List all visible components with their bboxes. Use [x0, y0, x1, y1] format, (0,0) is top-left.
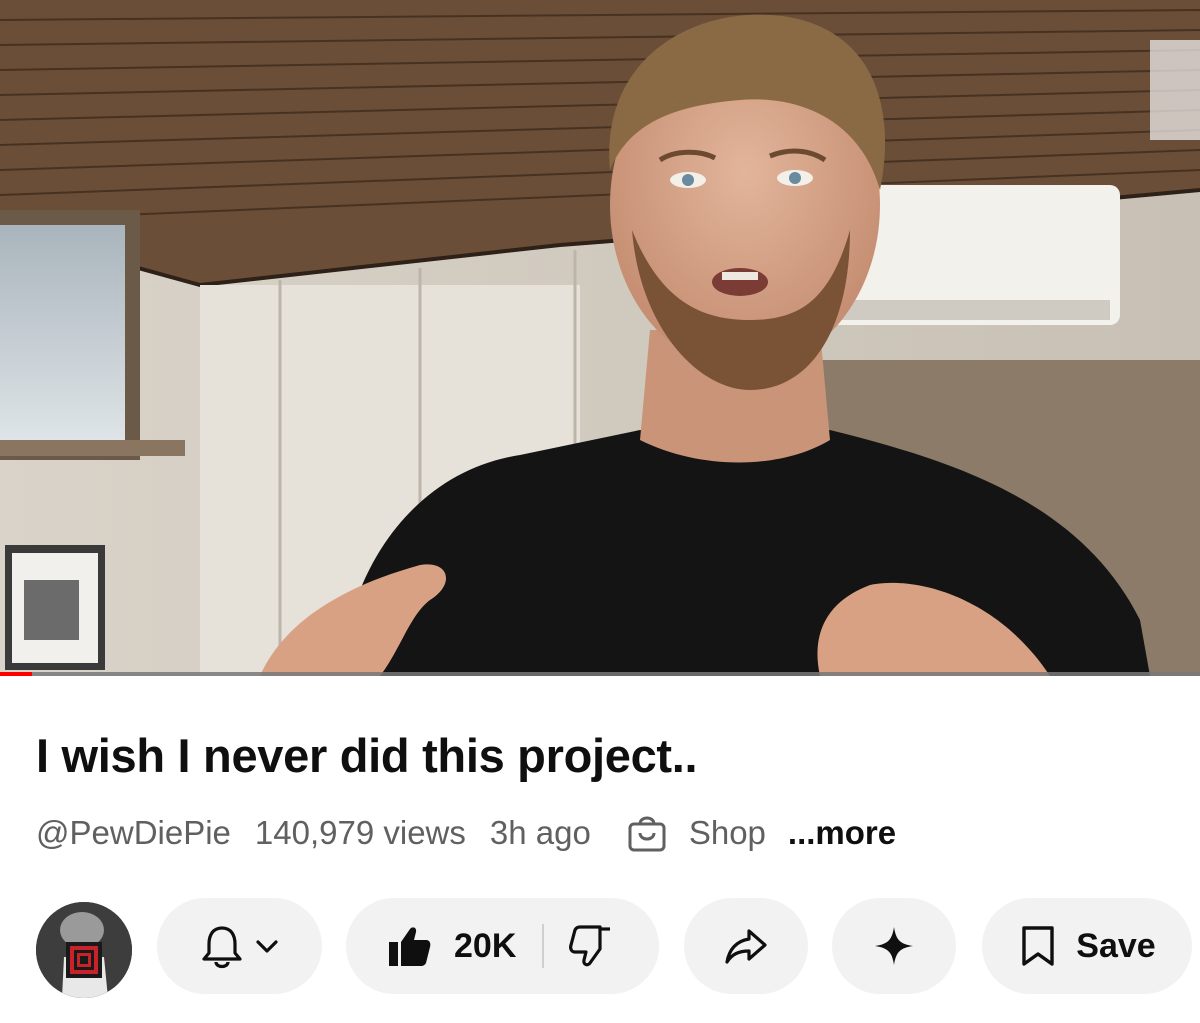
bookmark-icon [1022, 926, 1054, 966]
view-count: 140,979 views [254, 814, 466, 851]
shop-link[interactable]: Shop [627, 813, 766, 853]
video-player[interactable] [0, 0, 1200, 676]
action-row: 20K Save [0, 898, 1200, 998]
like-dislike-group: 20K [346, 898, 659, 994]
sparkle-icon [875, 927, 913, 965]
shopping-bag-icon [628, 816, 666, 852]
progress-bar[interactable] [0, 672, 1200, 676]
video-info-panel: I wish I never did this project.. @PewDi… [0, 678, 1200, 1023]
save-button[interactable]: Save [982, 898, 1192, 994]
subscription-notifications-button[interactable] [157, 898, 322, 994]
avatar-image [36, 902, 132, 998]
thumbs-up-icon [389, 927, 431, 966]
video-frame [0, 0, 1200, 676]
save-label: Save [1076, 926, 1156, 965]
dislike-button[interactable] [568, 923, 614, 969]
like-divider [542, 924, 545, 968]
thumbs-down-icon [569, 925, 611, 967]
channel-handle[interactable]: @PewDiePie [36, 814, 231, 852]
share-button[interactable] [684, 898, 808, 994]
share-arrow-icon [725, 929, 767, 964]
chevron-down-icon [255, 940, 278, 953]
ask-button[interactable] [832, 898, 956, 994]
video-metadata[interactable]: @PewDiePie 140,979 views 3h ago Shop ...… [36, 813, 896, 853]
shop-label: Shop [688, 814, 766, 851]
channel-avatar[interactable] [36, 902, 132, 998]
progress-bar-fill [0, 672, 32, 676]
like-button[interactable]: 20K [386, 923, 516, 969]
like-count: 20K [454, 926, 517, 965]
video-title[interactable]: I wish I never did this project.. [36, 728, 698, 783]
upload-age: 3h ago [489, 814, 591, 851]
bell-icon [201, 926, 242, 969]
more-button[interactable]: ...more [788, 814, 896, 852]
